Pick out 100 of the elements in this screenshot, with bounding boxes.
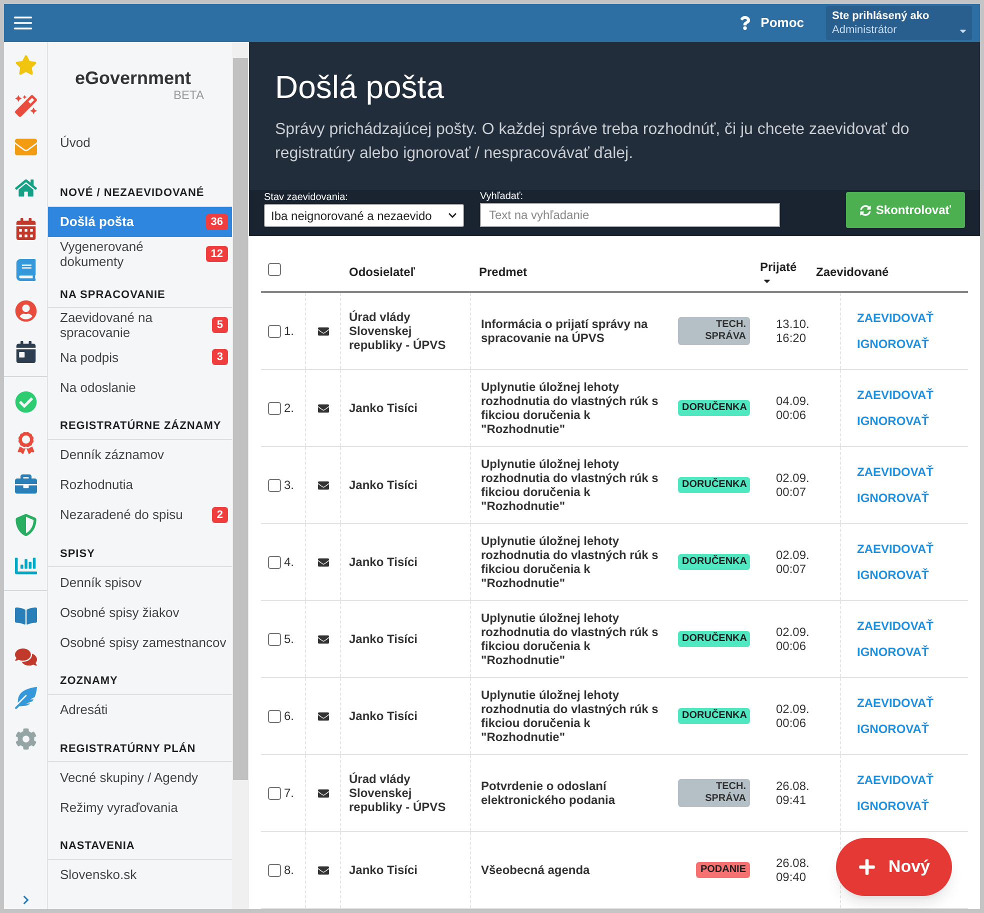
nav-item[interactable]: Úvod	[48, 127, 232, 157]
brand-title: eGovernment	[75, 67, 192, 89]
nav-item[interactable]: Denník záznamov	[48, 440, 232, 470]
envelope-icon	[318, 634, 328, 644]
received-date: 02.09.	[776, 625, 810, 639]
row-number: 5.	[284, 631, 294, 648]
sender-text: Janko Tisíci	[349, 555, 418, 569]
nav-item[interactable]: Rozhodnutia	[48, 470, 232, 500]
search-field[interactable]: Text na vyhľadanie	[480, 203, 780, 227]
nav-item[interactable]: Adresáti	[48, 694, 232, 724]
nav-item[interactable]: Zaevidované na spracovanie 5	[48, 308, 232, 342]
nav-label: Denník záznamov	[60, 447, 164, 462]
envelope-icon	[318, 402, 328, 414]
nav-label: Vygenerované dokumenty	[60, 238, 144, 268]
row-checkbox[interactable]	[268, 710, 281, 722]
column-header[interactable]: Predmet	[479, 264, 528, 278]
subject-text: Uplynutie úložnej lehoty rozhodnutia do vlastných rúk s fikciou doručenia k "Rozhodnutie"	[481, 380, 660, 436]
nav-item[interactable]: Na podpis 3	[48, 342, 232, 372]
row-checkbox[interactable]	[268, 556, 281, 568]
notebook-icon[interactable]	[14, 258, 36, 280]
field-label: Vyhľadať:	[480, 191, 524, 203]
row-number: 2.	[284, 400, 294, 417]
page-title: Došlá pošta	[275, 68, 445, 106]
nav-label: Došlá pošta	[60, 214, 134, 229]
nav-item[interactable]: Osobné spisy žiakov	[48, 597, 232, 627]
nav-label: Denník spisov	[60, 574, 142, 590]
sender-text: Janko Tisíci	[349, 709, 418, 723]
received-time: 00:07	[776, 485, 808, 499]
nav-item[interactable]: Osobné spisy zamestnancov	[48, 627, 232, 657]
nav-item[interactable]: Došlá pošta 36	[48, 206, 232, 236]
feather-icon[interactable]	[14, 686, 36, 708]
nav-item[interactable]: Vygenerované dokumenty 12	[48, 236, 232, 270]
nav-label: Rozhodnutia	[60, 477, 133, 492]
magic-wand-icon[interactable]	[14, 94, 36, 116]
received-date: 02.09.	[776, 548, 810, 562]
status-select[interactable]: Iba neignorované a nezaevido	[264, 204, 464, 227]
shield-icon[interactable]	[14, 514, 36, 536]
subject-text: Uplynutie úložnej lehoty rozhodnutia do vlastných rúk s fikciou doručenia k "Rozhodnutie"	[481, 457, 660, 513]
row-checkbox[interactable]	[268, 324, 281, 338]
expand-icon[interactable]	[20, 895, 30, 905]
nav-item[interactable]: Slovensko.sk	[48, 860, 232, 890]
user-icon[interactable]	[14, 300, 36, 322]
subject-text: Všeobecná agenda	[481, 863, 590, 877]
row-checkbox[interactable]	[268, 478, 281, 492]
row-checkbox[interactable]	[268, 402, 281, 414]
sender-text: Úrad vlády Slovenskej republiky - ÚPVS	[349, 310, 447, 352]
received-time: 09:41	[776, 793, 808, 807]
column-header[interactable]: Zaevidované	[816, 264, 889, 278]
chat-icon[interactable]	[14, 646, 36, 668]
nav-label: Adresáti	[60, 702, 108, 717]
calendar-icon[interactable]	[14, 218, 36, 240]
nav-item[interactable]: Denník spisov	[48, 567, 232, 597]
count-badge: 3	[212, 349, 228, 365]
star-icon[interactable]	[14, 54, 36, 76]
nav-label: Úvod	[60, 134, 90, 150]
scrollbar[interactable]	[232, 42, 249, 909]
envelope-icon	[318, 710, 328, 722]
envelope-icon	[318, 864, 328, 876]
message-tag: DORUČENKA	[678, 631, 750, 647]
row-checkbox[interactable]	[268, 632, 281, 646]
nav-item[interactable]: Na odoslanie	[48, 372, 232, 402]
page-description: Správy prichádzajúcej pošty. O každej správe treba rozhodnúť, či ju chcete zaevidovať do registratúry alebo ignorovať / nespracovávať ďalej.	[275, 120, 910, 164]
field-label: Stav zaevidovania:	[264, 192, 349, 204]
received-time: 00:06	[776, 716, 808, 730]
help-link[interactable]: Pomoc	[738, 13, 804, 33]
row-checkbox[interactable]	[268, 786, 281, 800]
received-date: 02.09.	[776, 702, 810, 716]
nav-label: Slovensko.sk	[60, 867, 137, 882]
column-header[interactable]: Prijaté	[760, 258, 797, 276]
select-all-checkbox[interactable]	[268, 262, 281, 276]
envelope-icon	[318, 326, 328, 336]
home-icon[interactable]	[14, 176, 36, 198]
nav-label: Na odoslanie	[60, 380, 136, 394]
message-tag: TECH. SPRÁVA	[678, 779, 750, 807]
calendar-clock-icon[interactable]	[14, 340, 36, 362]
briefcase-icon[interactable]	[14, 472, 36, 494]
nav-item[interactable]: Vecné skupiny / Agendy	[48, 762, 232, 792]
nav-item[interactable]: Nezaradené do spisu 2	[48, 500, 232, 530]
nav-label: Osobné spisy zamestnancov	[60, 634, 226, 650]
settings-icon[interactable]	[14, 728, 36, 750]
envelope-icon	[318, 788, 328, 798]
count-badge: 12	[206, 246, 228, 262]
help-icon	[738, 16, 751, 30]
subject-text: Uplynutie úložnej lehoty rozhodnutia do vlastných rúk s fikciou doručenia k "Rozhodnutie"	[481, 534, 660, 590]
column-header[interactable]: Odosielateľ	[349, 264, 415, 278]
nav-label: Režimy vyraďovania	[60, 800, 178, 814]
received-time: 00:06	[776, 408, 808, 422]
received-date: 26.08.	[776, 856, 810, 870]
open-book-icon[interactable]	[14, 604, 36, 626]
count-badge: 36	[206, 214, 228, 230]
received-time: 09:40	[776, 870, 808, 884]
brand-tag: BETA	[174, 89, 204, 101]
sender-text: Janko Tisíci	[349, 401, 418, 415]
new-button[interactable]: Nový	[836, 838, 952, 896]
nav-item[interactable]: Režimy vyraďovania	[48, 792, 232, 822]
chevron-icon	[448, 211, 457, 220]
message-tag: PODANIE	[696, 862, 750, 878]
sender-text: Úrad vlády Slovenskej republiky - ÚPVS	[349, 772, 447, 814]
row-checkbox[interactable]	[268, 864, 281, 876]
user-menu[interactable]: Ste prihlásený ako Administrátor	[826, 6, 972, 40]
